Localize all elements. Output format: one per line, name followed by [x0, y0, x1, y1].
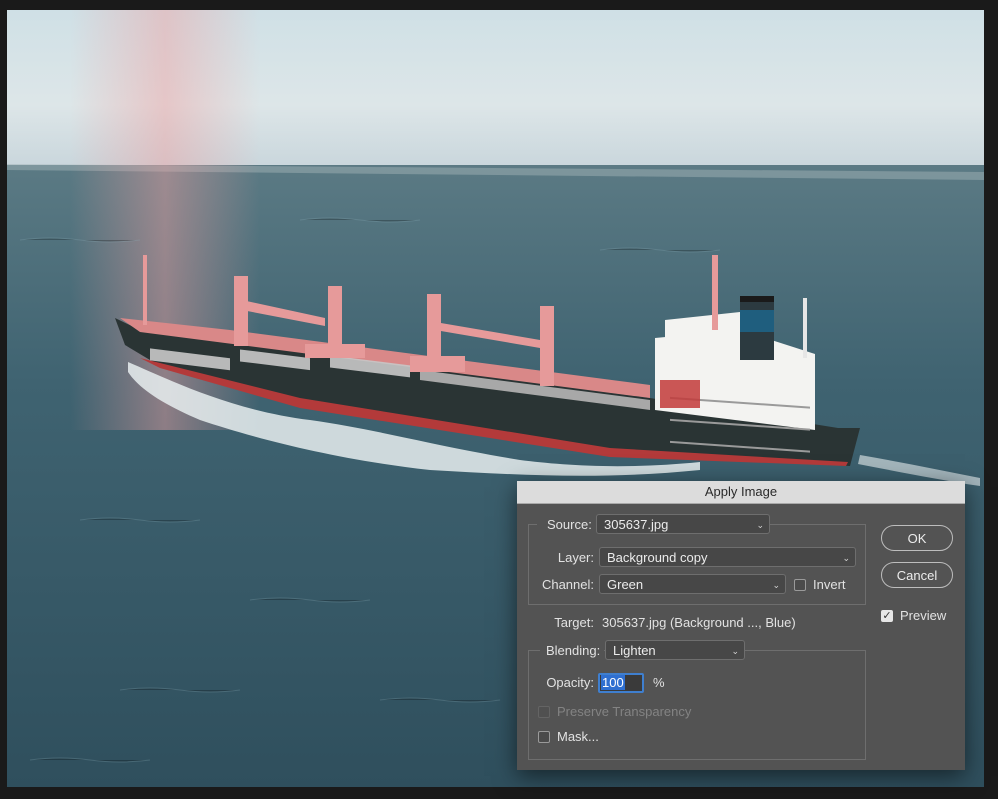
chevron-down-icon: ⌄ [772, 580, 780, 590]
opacity-value: 100 [601, 675, 625, 690]
source-dropdown[interactable]: 305637.jpg ⌄ [596, 514, 770, 534]
source-label: Source: [537, 515, 597, 535]
chevron-down-icon: ⌄ [842, 553, 850, 563]
opacity-input[interactable]: 100 [598, 673, 644, 693]
source-value: 305637.jpg [604, 517, 669, 532]
opacity-unit: % [653, 675, 665, 690]
layer-dropdown[interactable]: Background copy ⌄ [599, 547, 856, 567]
chevron-down-icon: ⌄ [756, 520, 764, 530]
preview-label: Preview [900, 608, 947, 623]
target-value: 305637.jpg (Background ..., Blue) [602, 615, 796, 630]
mask-checkbox[interactable] [538, 731, 550, 743]
layer-value: Background copy [607, 550, 708, 565]
layer-label: Layer: [557, 550, 594, 565]
preserve-transparency-label: Preserve Transparency [557, 704, 692, 719]
ok-button[interactable]: OK [881, 525, 953, 551]
preview-checkbox[interactable]: ✓ [881, 610, 893, 622]
mask-label: Mask... [557, 729, 599, 744]
cancel-button[interactable]: Cancel [881, 562, 953, 588]
channel-label: Channel: [541, 577, 594, 592]
channel-dropdown[interactable]: Green ⌄ [599, 574, 786, 594]
dialog-title[interactable]: Apply Image [517, 481, 965, 504]
preserve-transparency-checkbox[interactable] [538, 706, 550, 718]
invert-label: Invert [813, 577, 846, 592]
chevron-down-icon: ⌄ [731, 646, 739, 656]
blending-value: Lighten [613, 643, 656, 658]
blending-label: Blending: [540, 641, 605, 661]
blending-dropdown[interactable]: Lighten ⌄ [605, 640, 745, 660]
opacity-label: Opacity: [546, 675, 594, 690]
invert-checkbox[interactable] [794, 579, 806, 591]
target-label: Target: [554, 615, 594, 630]
channel-value: Green [607, 577, 644, 592]
apply-image-dialog: Apply Image Source: 305637.jpg ⌄ Layer: … [517, 481, 965, 770]
